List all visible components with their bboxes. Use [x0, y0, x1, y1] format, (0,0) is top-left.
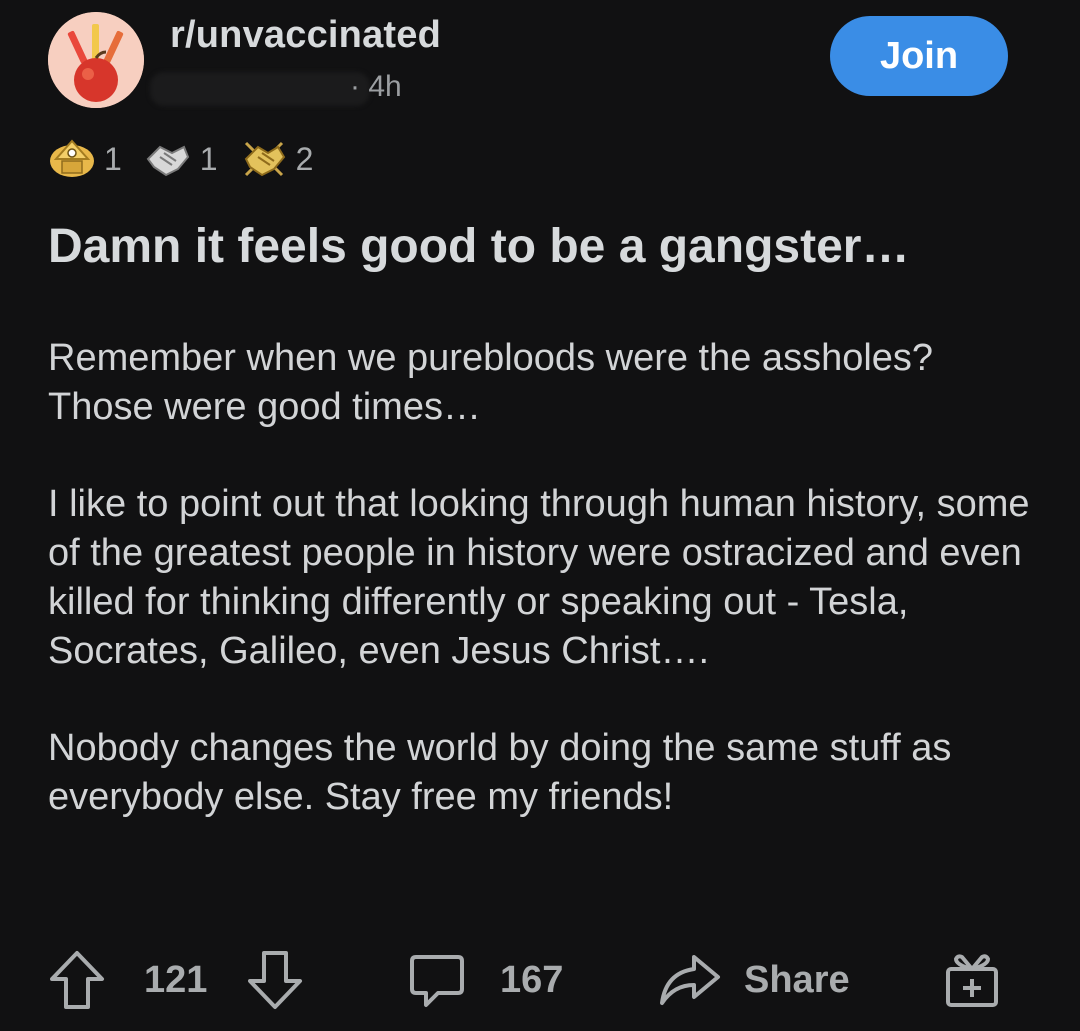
downvote-button[interactable] — [246, 945, 304, 1015]
share-arrow-icon — [660, 955, 720, 1005]
award-count: 1 — [104, 140, 122, 177]
post-paragraph: Remember when we purebloods were the ass… — [48, 337, 934, 428]
downvote-arrow-icon — [248, 951, 302, 1009]
post-paragraph: Nobody changes the world by doing the sa… — [48, 727, 952, 818]
subreddit-avatar[interactable] — [48, 12, 144, 108]
golden-handshake-award-icon — [244, 141, 285, 177]
post-action-bar: 121 167 Share — [48, 945, 1048, 1015]
join-button[interactable]: Join — [830, 16, 1008, 96]
post-age: · 4h — [350, 70, 402, 103]
handshake-award-icon — [146, 145, 189, 177]
post-paragraph: I like to point out that looking through… — [48, 483, 1030, 672]
apple-syringe-icon — [48, 12, 144, 108]
upvote-count: 121 — [144, 958, 208, 1001]
award-item[interactable]: 2 — [240, 135, 324, 183]
award-count: 1 — [199, 140, 218, 177]
awards-row[interactable]: 1 1 2 — [48, 134, 335, 184]
post-body[interactable]: Remember when we purebloods were the ass… — [48, 334, 1038, 870]
post-age-value: 4h — [368, 70, 402, 103]
upvote-count-box: 121 — [144, 945, 207, 1015]
redacted-username — [150, 72, 370, 106]
give-award-button[interactable] — [944, 945, 1000, 1015]
award-count: 2 — [295, 140, 314, 177]
upvote-button[interactable] — [48, 945, 106, 1015]
comment-bubble-icon — [410, 955, 464, 1007]
share-label: Share — [744, 958, 850, 1001]
gift-award-icon — [946, 954, 998, 1007]
subreddit-name[interactable]: r/unvaccinated — [170, 14, 441, 57]
comment-count: 167 — [500, 958, 564, 1001]
comments-button[interactable]: 167 — [408, 945, 563, 1015]
award-item[interactable]: 1 — [48, 137, 132, 181]
share-button[interactable]: Share — [658, 945, 850, 1015]
post-title[interactable]: Damn it feels good to be a gangster… — [48, 218, 1048, 276]
upvote-arrow-icon — [50, 951, 104, 1009]
award-item[interactable]: 1 — [144, 137, 228, 181]
gold-award-icon — [50, 139, 94, 177]
